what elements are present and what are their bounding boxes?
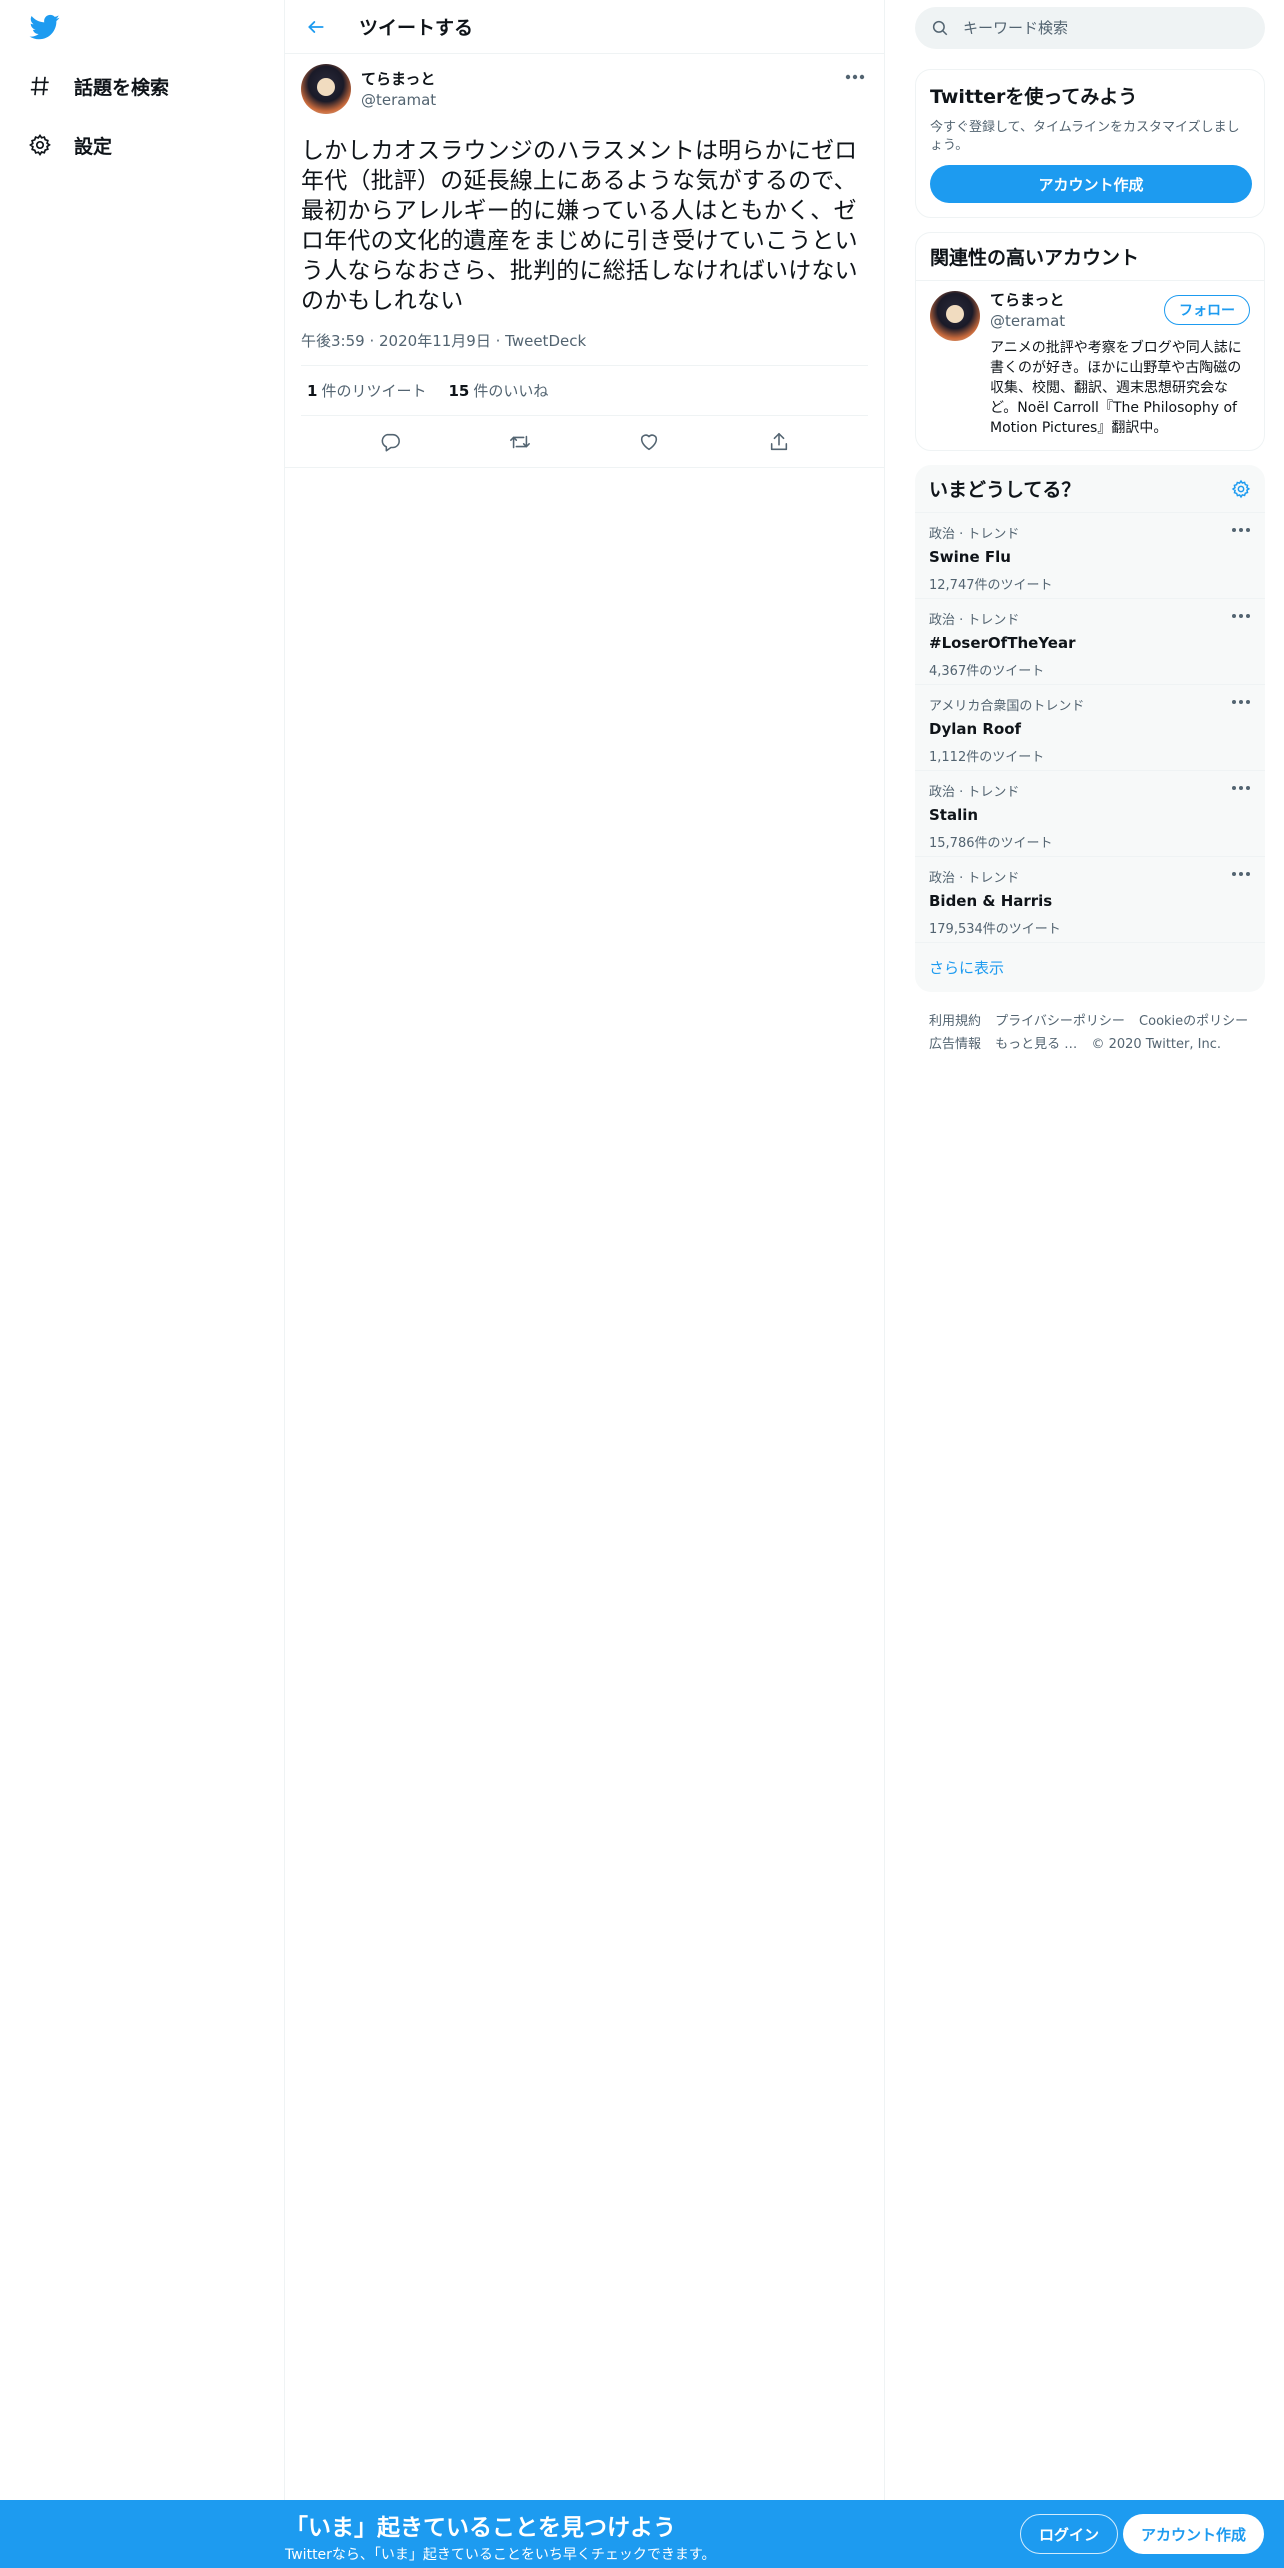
bottom-bar-subtitle: Twitterなら、「いま」起きていることをいち早くチェックできます。 [285, 2547, 716, 2563]
search-icon [932, 20, 948, 36]
share-icon[interactable] [759, 422, 799, 462]
more-options-icon[interactable] [1231, 697, 1251, 707]
footer-links: 利用規約 プライバシーポリシー Cookieのポリシー 広告情報 もっと見る …… [915, 1010, 1265, 1056]
tweet: てらまっと @teramat しかしカオスラウンジのハラスメントは明らかにゼロ年… [285, 54, 884, 468]
tweet-actions [285, 416, 884, 468]
trend-context: 政治 · トレンド [929, 785, 1020, 800]
trend-count: 4,367件のツイート [929, 664, 1045, 679]
meta-separator: · [369, 332, 380, 350]
page-header: ツイートする [285, 0, 884, 54]
trend-context: アメリカ合衆国のトレンド [929, 699, 1085, 714]
nav-item-explore[interactable]: 話題を検索 [26, 66, 169, 106]
trend-item[interactable]: 政治 · トレンド Stalin 15,786件のツイート [915, 771, 1265, 857]
related-title: 関連性の高いアカウント [916, 233, 1264, 281]
trend-item[interactable]: 政治 · トレンド Biden & Harris 179,534件のツイート [915, 857, 1265, 943]
signup-card: Twitterを使ってみよう 今すぐ登録して、タイムラインをカスタマイズしましょ… [915, 69, 1265, 218]
retweet-count: 1 [307, 382, 318, 400]
more-options-icon[interactable] [1231, 525, 1251, 535]
tweet-date[interactable]: 2020年11月9日 [379, 332, 491, 350]
tweet-text: しかしカオスラウンジのハラスメントは明らかにゼロ年代（批評）の延長線上にあるよう… [301, 138, 858, 314]
more-options-icon[interactable] [844, 68, 866, 80]
footer-link[interactable]: 広告情報 [929, 1037, 981, 1052]
trend-count: 15,786件のツイート [929, 836, 1053, 851]
author-handle[interactable]: @teramat [361, 91, 436, 109]
show-more-link[interactable]: さらに表示 [915, 943, 1265, 992]
trends-card: いまどうしてる？ 政治 · トレンド Swine Flu 12,747件のツイー… [915, 465, 1265, 992]
page-title: ツイートする [359, 17, 474, 39]
footer-link[interactable]: 利用規約 [929, 1014, 981, 1029]
more-options-icon[interactable] [1231, 869, 1251, 879]
trend-name: Biden & Harris [929, 892, 1053, 910]
nav-label-settings: 設定 [74, 135, 113, 158]
like-label: 件のいいね [473, 382, 549, 400]
trends-title: いまどうしてる？ [929, 479, 1081, 501]
retweet-icon[interactable] [500, 422, 540, 462]
bottom-signup-bar: 「いま」起きていることを見つけよう Twitterなら、「いま」起きていることを… [0, 2500, 1284, 2568]
like-stat[interactable]: 15 件のいいね [448, 380, 548, 401]
avatar[interactable] [301, 64, 351, 114]
meta-separator: · [495, 332, 506, 350]
trend-context: 政治 · トレンド [929, 871, 1020, 886]
gear-icon [26, 131, 54, 159]
trend-name: #LoserOfTheYear [929, 634, 1076, 652]
tweet-timestamp: 午後3:59 · 2020年11月9日 · TweetDeck [301, 330, 868, 366]
more-options-icon[interactable] [1231, 783, 1251, 793]
tweet-stats: 1 件のリツイート 15 件のいいね [301, 366, 868, 416]
related-bio: アニメの批評や考察をブログや同人誌に書くのが好き。ほかに山野草や古陶磁の収集、校… [990, 340, 1242, 436]
trends-header: いまどうしてる？ [915, 465, 1265, 513]
retweet-stat[interactable]: 1 件のリツイート [307, 380, 426, 401]
author-names: てらまっと @teramat [361, 64, 436, 109]
login-button[interactable]: ログイン [1020, 2514, 1119, 2554]
avatar[interactable] [930, 291, 980, 341]
tweet-detail-column: ツイートする てらまっと @teramat しかしカオスラウンジのハラスメントは… [285, 0, 885, 2500]
search-bar[interactable] [915, 7, 1265, 49]
trend-context: 政治 · トレンド [929, 613, 1020, 628]
search-input[interactable] [963, 19, 1233, 37]
trend-count: 179,534件のツイート [929, 922, 1061, 937]
nav-item-settings[interactable]: 設定 [26, 125, 112, 165]
trend-count: 1,112件のツイート [929, 750, 1045, 765]
left-sidebar: 話題を検索 設定 [0, 0, 285, 2500]
right-sidebar: Twitterを使ってみよう 今すぐ登録して、タイムラインをカスタマイズしましょ… [915, 0, 1265, 1056]
trend-count: 12,747件のツイート [929, 578, 1053, 593]
back-button[interactable] [285, 0, 347, 54]
footer-link[interactable]: Cookieのポリシー [1139, 1014, 1248, 1029]
trend-context: 政治 · トレンド [929, 527, 1020, 542]
hashtag-icon [26, 72, 54, 100]
tweet-source[interactable]: TweetDeck [505, 332, 586, 350]
footer-link[interactable]: もっと見る … [995, 1037, 1077, 1052]
trend-name: Stalin [929, 806, 979, 824]
trend-name: Dylan Roof [929, 720, 1022, 738]
related-account[interactable]: てらまっと @teramat フォロー アニメの批評や考察をブログや同人誌に書く… [916, 281, 1264, 450]
copyright: © 2020 Twitter, Inc. [1091, 1037, 1221, 1052]
signup-description: 今すぐ登録して、タイムラインをカスタマイズしましょう。 [930, 120, 1240, 153]
trend-item[interactable]: 政治 · トレンド #LoserOfTheYear 4,367件のツイート [915, 599, 1265, 685]
trend-item[interactable]: アメリカ合衆国のトレンド Dylan Roof 1,112件のツイート [915, 685, 1265, 771]
trend-name: Swine Flu [929, 548, 1011, 566]
tweet-author: てらまっと @teramat [301, 64, 868, 120]
more-options-icon[interactable] [1231, 611, 1251, 621]
tweet-time[interactable]: 午後3:59 [301, 332, 365, 350]
bottom-bar-title: 「いま」起きていることを見つけよう [285, 2515, 676, 2541]
follow-button[interactable]: フォロー [1164, 295, 1250, 325]
signup-title: Twitterを使ってみよう [930, 86, 1138, 108]
related-accounts-card: 関連性の高いアカウント てらまっと @teramat フォロー アニメの批評や考… [915, 232, 1265, 451]
author-name[interactable]: てらまっと [361, 68, 436, 89]
bottom-bar-text: 「いま」起きていることを見つけよう Twitterなら、「いま」起きていることを… [285, 2508, 716, 2564]
twitter-bird-icon[interactable] [28, 12, 62, 42]
like-icon[interactable] [629, 422, 669, 462]
arrow-left-icon [308, 20, 324, 33]
signup-button[interactable]: アカウント作成 [1123, 2514, 1265, 2554]
gear-icon[interactable] [1231, 479, 1251, 499]
reply-icon[interactable] [370, 422, 410, 462]
trend-item[interactable]: 政治 · トレンド Swine Flu 12,747件のツイート [915, 513, 1265, 599]
like-count: 15 [448, 382, 470, 400]
create-account-button[interactable]: アカウント作成 [930, 165, 1252, 203]
footer-link[interactable]: プライバシーポリシー [995, 1014, 1125, 1029]
nav-label-explore: 話題を検索 [74, 76, 170, 99]
retweet-label: 件のリツイート [321, 382, 427, 400]
